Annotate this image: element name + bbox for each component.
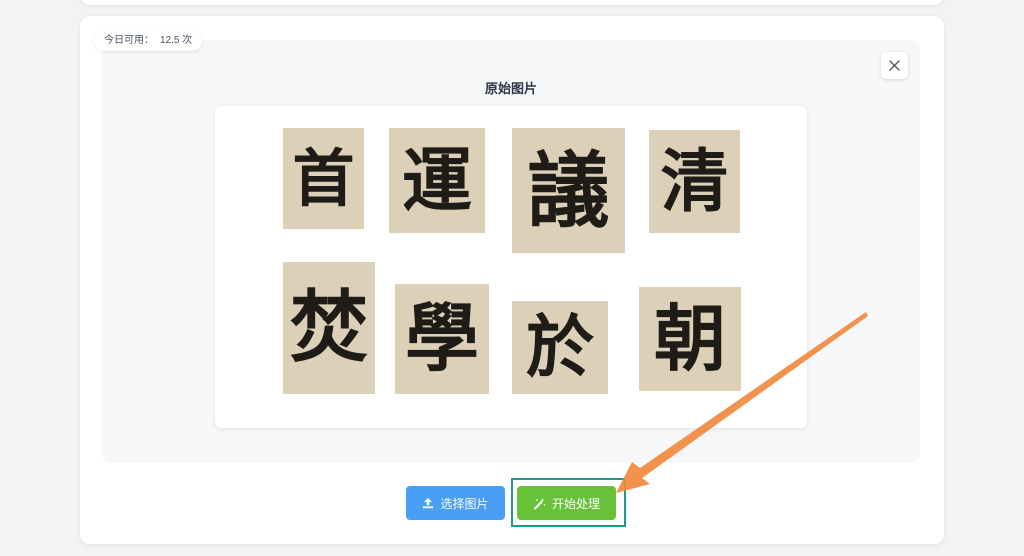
calligraphy-tile: 首 — [283, 128, 364, 229]
calligraphy-character: 學 — [405, 296, 479, 382]
calligraphy-character: 運 — [402, 138, 472, 222]
calligraphy-character: 首 — [292, 141, 355, 215]
calligraphy-tile: 學 — [395, 284, 489, 394]
previous-card — [80, 0, 944, 5]
calligraphy-character: 於 — [525, 307, 594, 388]
calligraphy-tile: 於 — [512, 301, 608, 394]
main-card: 今日可用： 12.5 次 原始图片 首 運 議 清 焚 學 於 朝 选择图片 开… — [80, 16, 944, 544]
usage-badge: 今日可用： 12.5 次 — [94, 31, 203, 51]
close-preview-button[interactable] — [881, 52, 908, 79]
start-processing-label: 开始处理 — [551, 496, 600, 511]
upload-icon — [423, 498, 434, 509]
usage-label: 今日可用： — [104, 35, 154, 46]
calligraphy-tile: 運 — [389, 128, 485, 233]
close-icon — [889, 60, 900, 71]
calligraphy-tile: 焚 — [283, 262, 375, 394]
calligraphy-character: 清 — [660, 141, 729, 222]
preview-title: 原始图片 — [484, 81, 537, 96]
start-processing-button[interactable]: 开始处理 — [517, 486, 616, 520]
calligraphy-character: 朝 — [653, 296, 726, 381]
calligraphy-tile: 議 — [512, 128, 625, 253]
calligraphy-character: 焚 — [289, 282, 368, 373]
image-preview-panel: 原始图片 首 運 議 清 焚 學 於 朝 — [102, 40, 920, 463]
select-image-button[interactable]: 选择图片 — [406, 486, 505, 520]
usage-value: 12.5 次 — [160, 35, 193, 46]
calligraphy-tile: 朝 — [639, 287, 741, 391]
calligraphy-tile: 清 — [649, 130, 740, 233]
calligraphy-character: 議 — [527, 142, 610, 239]
select-image-label: 选择图片 — [440, 496, 489, 511]
magic-wand-icon — [533, 497, 546, 510]
original-image: 首 運 議 清 焚 學 於 朝 — [215, 106, 807, 428]
